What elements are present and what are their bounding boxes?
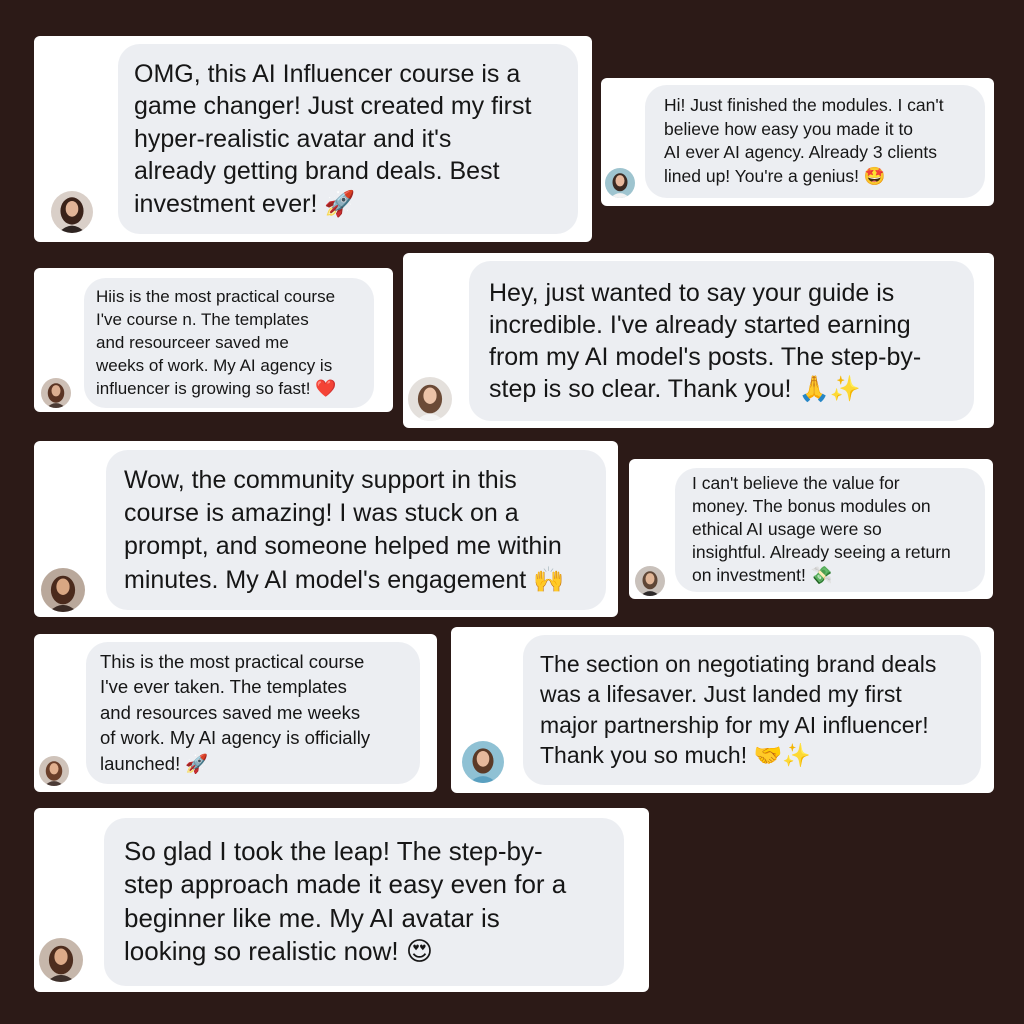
testimonial-card: So glad I took the leap! The step-by- st… xyxy=(34,808,649,992)
avatar xyxy=(408,377,452,421)
message-bubble: Hi! Just finished the modules. I can't b… xyxy=(645,85,985,198)
message-body: This is the most practical course I've e… xyxy=(100,650,371,774)
message-body: Hi! Just finished the modules. I can't b… xyxy=(664,95,944,186)
message-bubble: Hiis is the most practical course I've c… xyxy=(84,278,374,408)
message-bubble: The section on negotiating brand deals w… xyxy=(523,635,981,785)
message-text: Hiis is the most practical course I've c… xyxy=(96,285,336,401)
raised-hands-emoji: 🙌 xyxy=(533,564,565,594)
heart-emoji: ❤️ xyxy=(315,379,337,399)
handshake-sparkles-emoji: 🤝✨ xyxy=(753,743,811,769)
avatar xyxy=(39,938,83,982)
message-body: Hiis is the most practical course I've c… xyxy=(96,287,336,398)
rocket-emoji: 🚀 xyxy=(324,188,356,218)
testimonial-card: OMG, this AI Influencer course is a game… xyxy=(34,36,592,242)
message-bubble: I can't believe the value for money. The… xyxy=(675,468,985,592)
message-body: So glad I took the leap! The step-by- st… xyxy=(124,835,567,967)
message-text: Hey, just wanted to say your guide is in… xyxy=(489,277,921,405)
message-text: Wow, the community support in this cours… xyxy=(124,464,564,597)
avatar xyxy=(39,756,69,786)
message-text: OMG, this AI Influencer course is a game… xyxy=(134,58,531,221)
message-text: This is the most practical course I've e… xyxy=(100,649,370,778)
message-bubble: So glad I took the leap! The step-by- st… xyxy=(104,818,624,986)
message-bubble: OMG, this AI Influencer course is a game… xyxy=(118,44,578,234)
message-body: Wow, the community support in this cours… xyxy=(124,465,562,594)
message-bubble: Hey, just wanted to say your guide is in… xyxy=(469,261,974,421)
star-struck-emoji: 🤩 xyxy=(863,166,886,187)
message-text: Hi! Just finished the modules. I can't b… xyxy=(664,94,944,189)
message-body: The section on negotiating brand deals w… xyxy=(540,650,937,769)
avatar xyxy=(462,741,504,783)
message-bubble: Wow, the community support in this cours… xyxy=(106,450,606,610)
heart-eyes-emoji: 😍 xyxy=(405,937,433,967)
avatar xyxy=(41,378,71,408)
message-bubble: This is the most practical course I've e… xyxy=(86,642,420,784)
testimonial-card: This is the most practical course I've e… xyxy=(34,634,437,792)
avatar xyxy=(41,568,85,612)
message-text: The section on negotiating brand deals w… xyxy=(540,649,936,772)
avatar xyxy=(635,566,665,596)
testimonial-card: Hiis is the most practical course I've c… xyxy=(34,268,393,412)
testimonial-card: The section on negotiating brand deals w… xyxy=(451,627,994,793)
testimonial-card: Wow, the community support in this cours… xyxy=(34,441,618,617)
message-text: So glad I took the leap! The step-by- st… xyxy=(124,835,566,970)
testimonial-card: I can't believe the value for money. The… xyxy=(629,459,993,599)
praying-hands-sparkles-emoji: 🙏✨ xyxy=(798,374,861,403)
avatar xyxy=(605,168,635,198)
message-text: I can't believe the value for money. The… xyxy=(692,472,951,588)
testimonial-card: Hi! Just finished the modules. I can't b… xyxy=(601,78,994,206)
testimonial-collage: OMG, this AI Influencer course is a game… xyxy=(0,0,1024,1024)
money-with-wings-emoji: 💸 xyxy=(810,566,833,586)
avatar xyxy=(51,191,93,233)
rocket-emoji: 🚀 xyxy=(185,753,209,775)
testimonial-card: Hey, just wanted to say your guide is in… xyxy=(403,253,994,428)
